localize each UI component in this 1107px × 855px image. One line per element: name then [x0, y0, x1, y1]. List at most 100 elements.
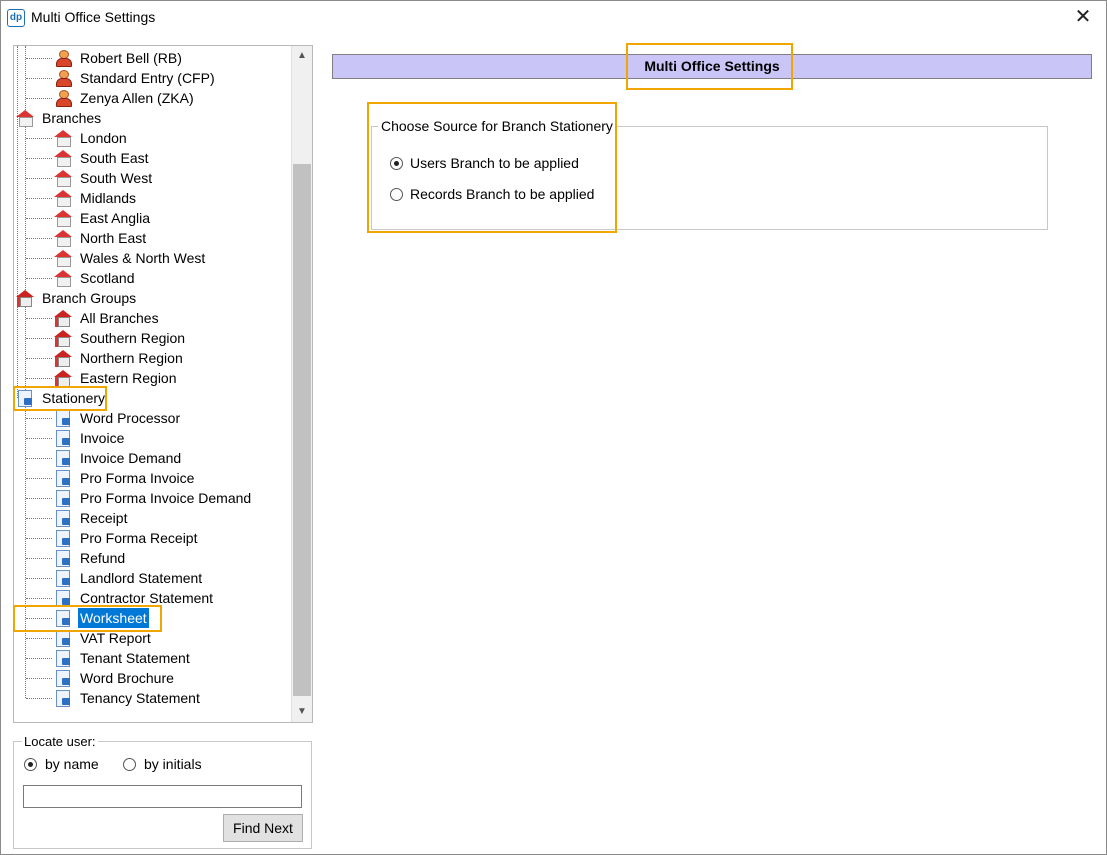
branch-icon: [54, 230, 72, 247]
close-icon[interactable]: ✕: [1060, 1, 1106, 34]
scroll-thumb[interactable]: [293, 164, 311, 696]
locate-user-input[interactable]: [23, 785, 302, 808]
tree-item-label: Wales & North West: [80, 250, 206, 266]
scroll-up-icon[interactable]: ▲: [292, 46, 312, 66]
tree-connector: [26, 358, 52, 359]
tree-connector: [26, 158, 52, 159]
stationery-icon: [54, 570, 72, 587]
tree-item-label: Receipt: [80, 510, 128, 526]
branch-icon: [54, 210, 72, 227]
tree-connector: [26, 478, 52, 479]
scroll-down-icon[interactable]: ▼: [292, 702, 312, 722]
find-next-button[interactable]: Find Next: [223, 814, 303, 842]
tree-item-label: Worksheet: [78, 608, 149, 628]
by-name-radio[interactable]: [24, 758, 37, 771]
tree-connector: [26, 658, 52, 659]
tree-item-label: Stationery: [42, 390, 106, 406]
branch-group-icon: [54, 370, 72, 387]
tree-item-label: Branches: [42, 110, 102, 126]
stationery-icon: [54, 430, 72, 447]
branch-stationery-group: Choose Source for Branch Stationery User…: [371, 118, 1048, 230]
window-title: Multi Office Settings: [31, 9, 156, 25]
tree-connector: [26, 138, 52, 139]
tree-item-label: North East: [80, 230, 147, 246]
tree-item-label: VAT Report: [80, 630, 151, 646]
tree-connector: [26, 558, 52, 559]
tree-connector: [26, 698, 52, 699]
user-icon: [54, 50, 72, 67]
tree-item-label: Standard Entry (CFP): [80, 70, 215, 86]
tree-connector: [26, 318, 52, 319]
by-name-label[interactable]: by name: [45, 756, 99, 772]
tree-connector: [26, 638, 52, 639]
by-initials-label[interactable]: by initials: [144, 756, 202, 772]
stationery-icon: [54, 490, 72, 507]
tree-connector: [26, 618, 52, 619]
tree-connector: [25, 398, 26, 698]
tree-item-label: Pro Forma Invoice: [80, 470, 195, 486]
stationery-icon: [54, 410, 72, 427]
tree-connector: [26, 78, 52, 79]
tree-connector: [26, 218, 52, 219]
tree-item-label: Zenya Allen (ZKA): [80, 90, 194, 106]
tree-connector: [26, 98, 52, 99]
title-bar: dp Multi Office Settings ✕: [1, 1, 1106, 34]
tree-connector: [26, 418, 52, 419]
tree-item-label: Pro Forma Invoice Demand: [80, 490, 252, 506]
branch-icon: [16, 110, 34, 127]
tree-item-label: Refund: [80, 550, 126, 566]
by-initials-radio[interactable]: [123, 758, 136, 771]
branch-icon: [54, 150, 72, 167]
stationery-icon: [16, 390, 34, 407]
tree-scrollbar[interactable]: ▲ ▼: [291, 46, 312, 722]
tree-connector: [26, 58, 52, 59]
tree-item-label: Eastern Region: [80, 370, 177, 386]
tree-connector: [26, 518, 52, 519]
branch-group-icon: [54, 350, 72, 367]
tree-item-label: Tenancy Statement: [80, 690, 200, 706]
tree-connector: [26, 258, 52, 259]
tree-connector: [26, 238, 52, 239]
tree-item-label: Invoice Demand: [80, 450, 182, 466]
tree-connector: [26, 278, 52, 279]
branch-icon: [54, 250, 72, 267]
settings-tree[interactable]: ▲ ▼ Robert Bell (RB) Standard Entry (CFP)…: [13, 45, 313, 723]
stationery-icon: [54, 590, 72, 607]
tree-item-label: Tenant Statement: [80, 650, 190, 666]
locate-user-group: Locate user: by name by initials Find Ne…: [13, 734, 312, 849]
tree-connector: [26, 178, 52, 179]
branch-icon: [54, 130, 72, 147]
branch-icon: [54, 190, 72, 207]
tree-item-label: Northern Region: [80, 350, 183, 366]
stationery-icon: [54, 690, 72, 707]
tree-item-label: Southern Region: [80, 330, 186, 346]
tree-item-label: South East: [80, 150, 149, 166]
app-logo-icon: dp: [7, 9, 25, 27]
locate-user-legend: Locate user:: [22, 734, 98, 749]
user-icon: [54, 70, 72, 87]
stationery-icon: [54, 650, 72, 667]
stationery-icon: [54, 470, 72, 487]
tree-connector: [26, 378, 52, 379]
stationery-icon: [54, 510, 72, 527]
records-branch-label[interactable]: Records Branch to be applied: [410, 186, 594, 202]
stationery-icon: [54, 450, 72, 467]
tree-connector: [26, 438, 52, 439]
users-branch-label[interactable]: Users Branch to be applied: [410, 155, 579, 171]
tree-item-label: Landlord Statement: [80, 570, 203, 586]
tree-connector: [26, 598, 52, 599]
page-title: Multi Office Settings: [332, 54, 1092, 79]
user-icon: [54, 90, 72, 107]
stationery-icon: [54, 530, 72, 547]
tree-item-label: South West: [80, 170, 153, 186]
settings-window: dp Multi Office Settings ✕ ▲ ▼ Robert Be…: [0, 0, 1107, 855]
records-branch-radio[interactable]: [390, 188, 403, 201]
tree-connector: [26, 678, 52, 679]
tree-connector: [26, 498, 52, 499]
branch-group-icon: [16, 290, 34, 307]
tree-item-label: All Branches: [80, 310, 159, 326]
stationery-icon: [54, 550, 72, 567]
users-branch-radio[interactable]: [390, 157, 403, 170]
tree-item-label: Scotland: [80, 270, 135, 286]
tree-item-label: Contractor Statement: [80, 590, 214, 606]
